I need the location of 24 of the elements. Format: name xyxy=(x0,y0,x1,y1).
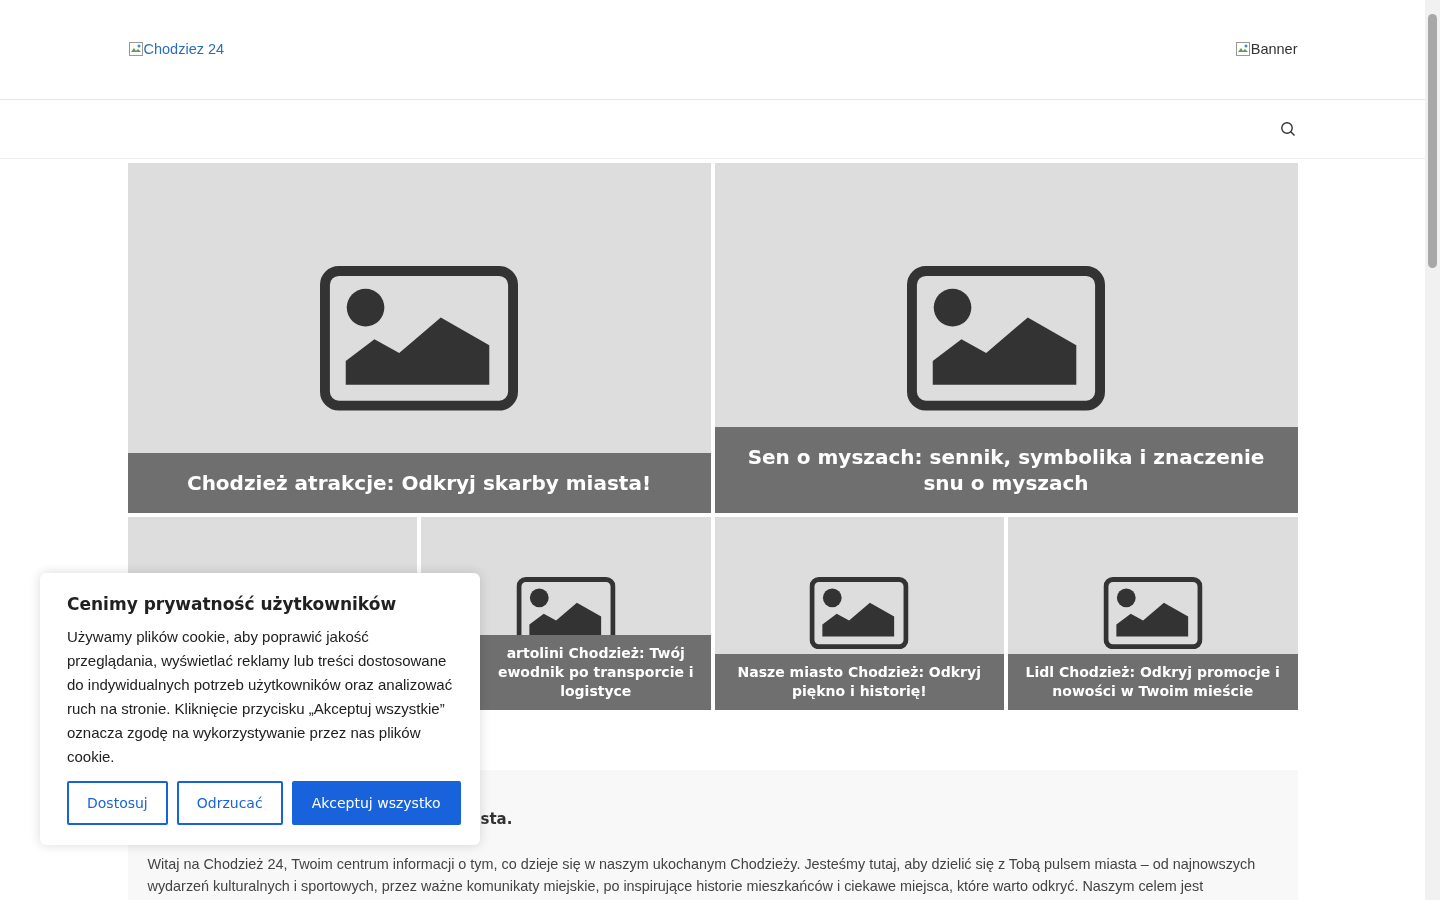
outline-button[interactable]: Dostosuj xyxy=(67,781,168,825)
outline-button[interactable]: Odrzucać xyxy=(176,781,283,825)
intro-paragraph: Witaj na Chodzież 24, Twoim centrum informacji o tym, co dzieje się w naszym ukochanym Chodzieży. Jesteśmy tutaj, aby dzielić się z Tobą pulsem miasta – od najnowszych wydarzeń kulturalnych i sportowych, przez ważne komunikaty miejskie, po inspirujące historie mieszkańców i ciekawe miejsca, które warto odkryć. Naszym celem jest xyxy=(147,855,1257,896)
post-title[interactable]: Chodzież atrakcje: Odkryj skarby miasta! xyxy=(127,453,711,513)
search-icon[interactable] xyxy=(1279,121,1296,137)
post-card[interactable]: Lidl Chodzież: Odkryj promocje i nowości w Twoim mieście xyxy=(1008,517,1298,710)
post-card[interactable]: Nasze miasto Chodzież: Odkryj piękno i historię! xyxy=(714,517,1004,710)
image-placeholder-icon xyxy=(809,577,909,650)
logo-link[interactable]: Chodziez 24 xyxy=(127,41,225,57)
accept-button[interactable]: Akceptuj wszystko xyxy=(291,781,461,825)
banner-image: Banner xyxy=(1234,41,1298,57)
intro-heading: sta. xyxy=(480,810,514,828)
image-placeholder-icon xyxy=(907,266,1105,411)
post-card[interactable]: Chodzież atrakcje: Odkryj skarby miasta! xyxy=(127,163,711,513)
post-title[interactable]: Sen o myszach: sennik, symbolika i znaczenie snu o myszach xyxy=(714,427,1298,513)
broken-image-icon xyxy=(1234,41,1251,57)
image-placeholder-icon xyxy=(1103,577,1203,650)
post-title[interactable]: Lidl Chodzież: Odkryj promocje i nowości w Twoim mieście xyxy=(1008,654,1298,710)
post-card[interactable]: Sen o myszach: sennik, symbolika i znaczenie snu o myszach xyxy=(714,163,1298,513)
scrollbar[interactable] xyxy=(1425,0,1440,900)
post-title[interactable]: Nasze miasto Chodzież: Odkryj piękno i historię! xyxy=(714,654,1004,710)
image-placeholder-icon xyxy=(320,266,518,411)
broken-image-icon xyxy=(127,41,144,57)
dialog-title: Cenimy prywatność użytkowników xyxy=(67,593,398,615)
